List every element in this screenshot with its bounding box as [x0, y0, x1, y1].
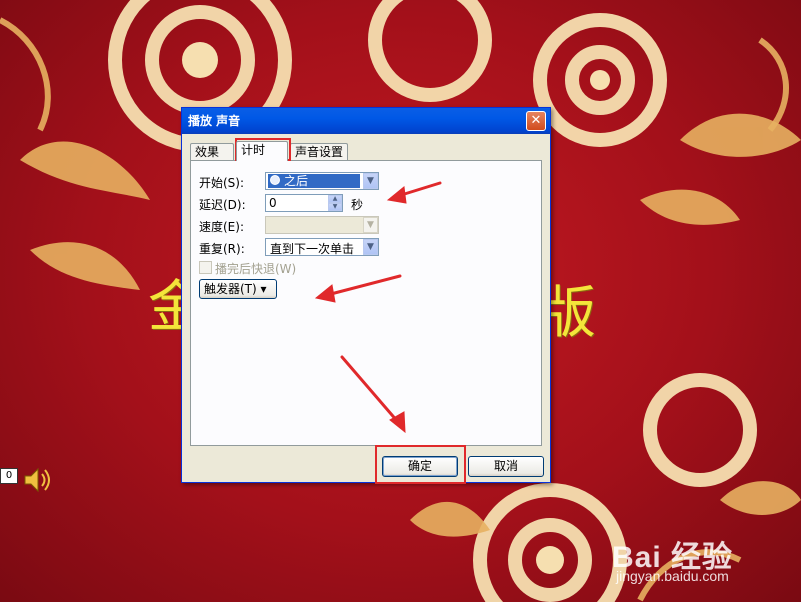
highlight-box-ok-button: [375, 445, 466, 484]
start-dropdown[interactable]: 之后 ▼: [265, 172, 379, 190]
speed-dropdown: ▼: [265, 216, 379, 234]
triggers-button[interactable]: 触发器(T) ▾: [199, 279, 277, 299]
tab-effects[interactable]: 效果: [190, 143, 234, 160]
delay-spinner[interactable]: 0 ▲ ▼: [265, 194, 343, 212]
timing-panel: 开始(S): 之后 ▼ 延迟(D): 0 ▲ ▼ 秒 速度(E): ▼ 重复(R…: [190, 160, 542, 446]
tab-sound-settings[interactable]: 声音设置: [290, 143, 348, 160]
start-label: 开始(S):: [199, 176, 245, 190]
delay-label: 延迟(D):: [199, 198, 246, 212]
repeat-dropdown[interactable]: 直到下一次单击 ▼: [265, 238, 379, 256]
chevron-down-icon[interactable]: ▼: [363, 173, 378, 189]
watermark-url: jingyan.baidu.com: [616, 568, 729, 584]
spin-down-icon[interactable]: ▼: [328, 203, 342, 211]
rewind-checkbox: [199, 261, 212, 274]
rewind-label: 播完后快退(W): [215, 262, 297, 276]
cancel-button[interactable]: 取消: [468, 456, 544, 477]
clock-icon: [270, 175, 280, 185]
spin-up-icon[interactable]: ▲: [328, 195, 342, 203]
tab-timing[interactable]: 计时: [236, 141, 288, 161]
dialog-titlebar[interactable]: 播放 声音 ✕: [182, 108, 550, 134]
speaker-icon[interactable]: [22, 465, 52, 495]
delay-value: 0: [269, 196, 277, 210]
play-sound-dialog: 播放 声音 ✕ 效果 计时 声音设置 开始(S): 之后 ▼ 延迟(D): 0 …: [181, 107, 551, 483]
chevron-down-icon: ▼: [363, 217, 378, 233]
close-icon[interactable]: ✕: [526, 111, 546, 131]
dialog-title: 播放 声音: [188, 114, 241, 128]
repeat-label: 重复(R):: [199, 242, 245, 256]
slide-counter: 0: [0, 468, 18, 484]
chevron-down-icon[interactable]: ▼: [363, 239, 378, 255]
spin-buttons: ▲ ▼: [328, 195, 342, 211]
rewind-checkbox-row: 播完后快退(W): [199, 260, 296, 277]
delay-unit: 秒: [351, 198, 364, 212]
start-selected-value: 之后: [268, 174, 360, 188]
speed-label: 速度(E):: [199, 220, 244, 234]
start-value-text: 之后: [284, 174, 309, 188]
repeat-value: 直到下一次单击: [270, 242, 355, 256]
